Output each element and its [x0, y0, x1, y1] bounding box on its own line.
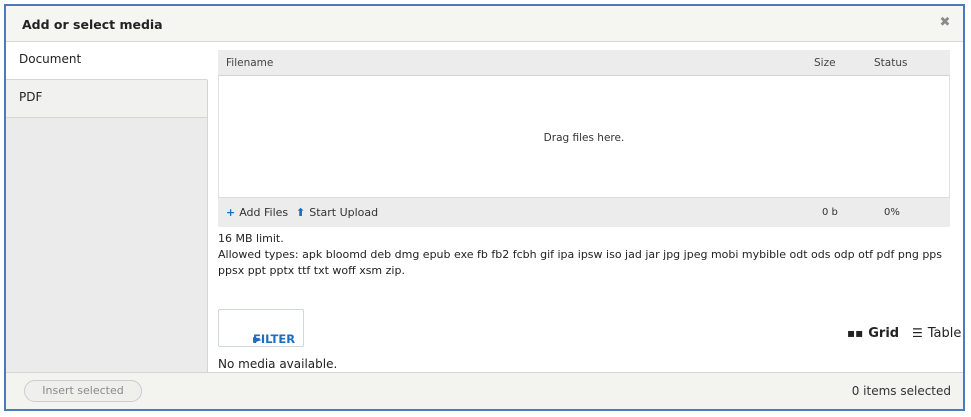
column-size: Size [814, 57, 836, 69]
selected-count: 0 items selected [851, 384, 951, 398]
add-files-button[interactable]: + Add Files [226, 206, 288, 219]
total-size: 0 b [822, 207, 838, 218]
add-files-label: Add Files [239, 206, 289, 219]
main-panel: Filename Size Status Drag files here. + A… [208, 42, 963, 372]
uploader-footer: + Add Files ⬆ Start Upload 0 b 0% [218, 197, 950, 227]
tab-pdf[interactable]: PDF [6, 80, 207, 118]
close-icon[interactable]: ✖ [937, 15, 953, 31]
media-dialog: Add or select media ✖ Document PDF Filen… [4, 4, 965, 411]
tab-document-label: Document [19, 52, 82, 66]
file-uploader: Filename Size Status Drag files here. + A… [218, 50, 950, 227]
start-upload-button[interactable]: ⬆ Start Upload [296, 206, 378, 219]
plus-icon: + [226, 206, 236, 219]
dialog-footer: Insert selected 0 items selected [6, 372, 963, 409]
grid-icon: ▪▪ [847, 326, 864, 340]
allowed-types-text: Allowed types: apk bloomd deb dmg epub e… [218, 248, 943, 277]
tab-document[interactable]: Document [6, 42, 208, 80]
uploader-header: Filename Size Status [218, 50, 950, 76]
insert-selected-button[interactable]: Insert selected [24, 380, 142, 402]
upload-limits: 16 MB limit. Allowed types: apk bloomd d… [218, 231, 958, 279]
column-status: Status [874, 57, 908, 69]
dialog-titlebar: Add or select media ✖ [6, 6, 963, 42]
dialog-title: Add or select media [22, 17, 163, 32]
column-filename: Filename [226, 57, 274, 69]
list-icon: ☰ [912, 326, 923, 340]
empty-media-message: No media available. [218, 357, 338, 371]
tab-pdf-label: PDF [19, 90, 43, 104]
grid-label: Grid [868, 326, 900, 341]
start-upload-label: Start Upload [309, 206, 379, 219]
upload-progress-percent: 0% [884, 207, 900, 218]
grid-view-toggle[interactable]: ▪▪ Grid [847, 326, 899, 341]
filter-label: FILTER [253, 332, 296, 346]
table-view-toggle[interactable]: ☰ Table [912, 326, 961, 341]
size-limit-text: 16 MB limit. [218, 232, 284, 245]
drop-zone-text: Drag files here. [543, 132, 625, 144]
upload-arrow-icon: ⬆ [296, 206, 306, 219]
table-label: Table [927, 326, 962, 341]
drop-zone[interactable]: Drag files here. [218, 76, 950, 197]
filter-button[interactable]: ► FILTER [218, 309, 304, 347]
media-type-sidebar: Document PDF [6, 42, 208, 372]
